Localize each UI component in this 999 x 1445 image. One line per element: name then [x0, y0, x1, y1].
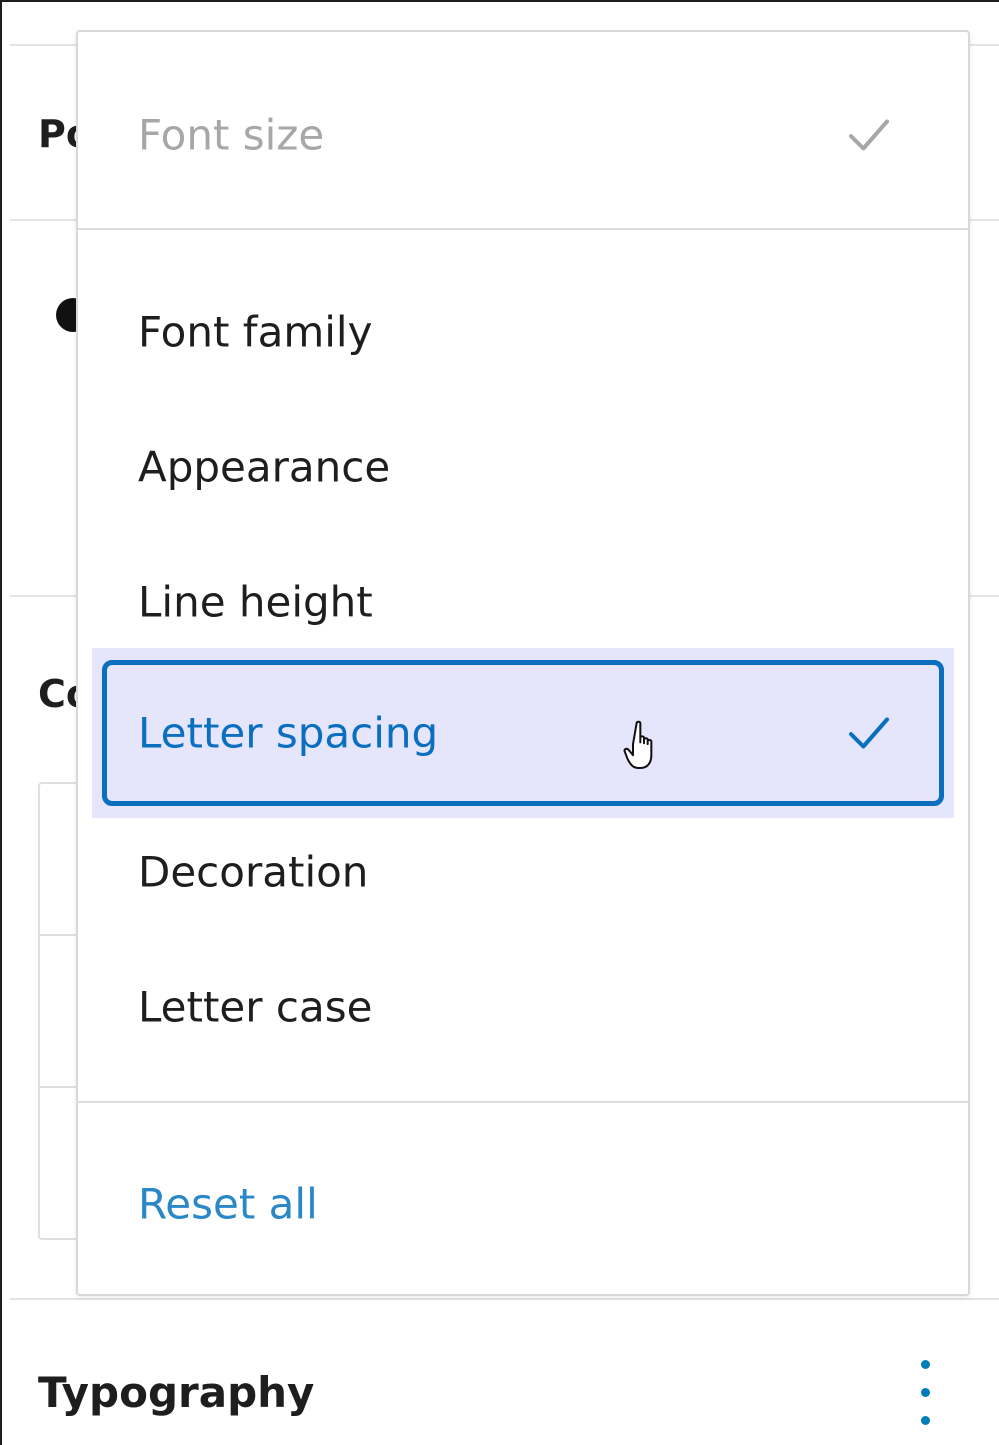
menu-item-label: Decoration	[138, 847, 369, 897]
reset-all-button[interactable]: Reset all	[78, 1137, 968, 1271]
menu-item-letter-spacing[interactable]: Letter spacing	[92, 648, 954, 818]
menu-item-label: Line height	[138, 577, 373, 627]
pointer-hand-icon	[623, 720, 653, 770]
more-vertical-icon[interactable]	[904, 1354, 948, 1432]
menu-item-label: Letter spacing	[138, 708, 439, 758]
reset-all-label: Reset all	[138, 1179, 318, 1229]
menu-item-label: Letter case	[138, 982, 373, 1032]
menu-item-font-family[interactable]: Font family	[78, 265, 968, 399]
check-icon	[848, 717, 890, 749]
menu-item-label: Font family	[138, 307, 373, 357]
check-icon	[848, 119, 890, 151]
typography-title: Typography	[38, 1368, 315, 1417]
menu-item-appearance[interactable]: Appearance	[78, 400, 968, 534]
menu-separator	[78, 228, 968, 230]
menu-item-label: Appearance	[138, 442, 391, 492]
typography-options-menu: Font size Font family Appearance Line he…	[76, 30, 970, 1296]
menu-item-label: Font size	[138, 110, 325, 160]
menu-item-letter-case[interactable]: Letter case	[78, 940, 968, 1074]
typography-panel-header: Typography	[10, 1298, 999, 1445]
menu-item-font-size: Font size	[78, 68, 968, 202]
menu-item-decoration[interactable]: Decoration	[78, 805, 968, 939]
menu-separator	[78, 1101, 968, 1103]
